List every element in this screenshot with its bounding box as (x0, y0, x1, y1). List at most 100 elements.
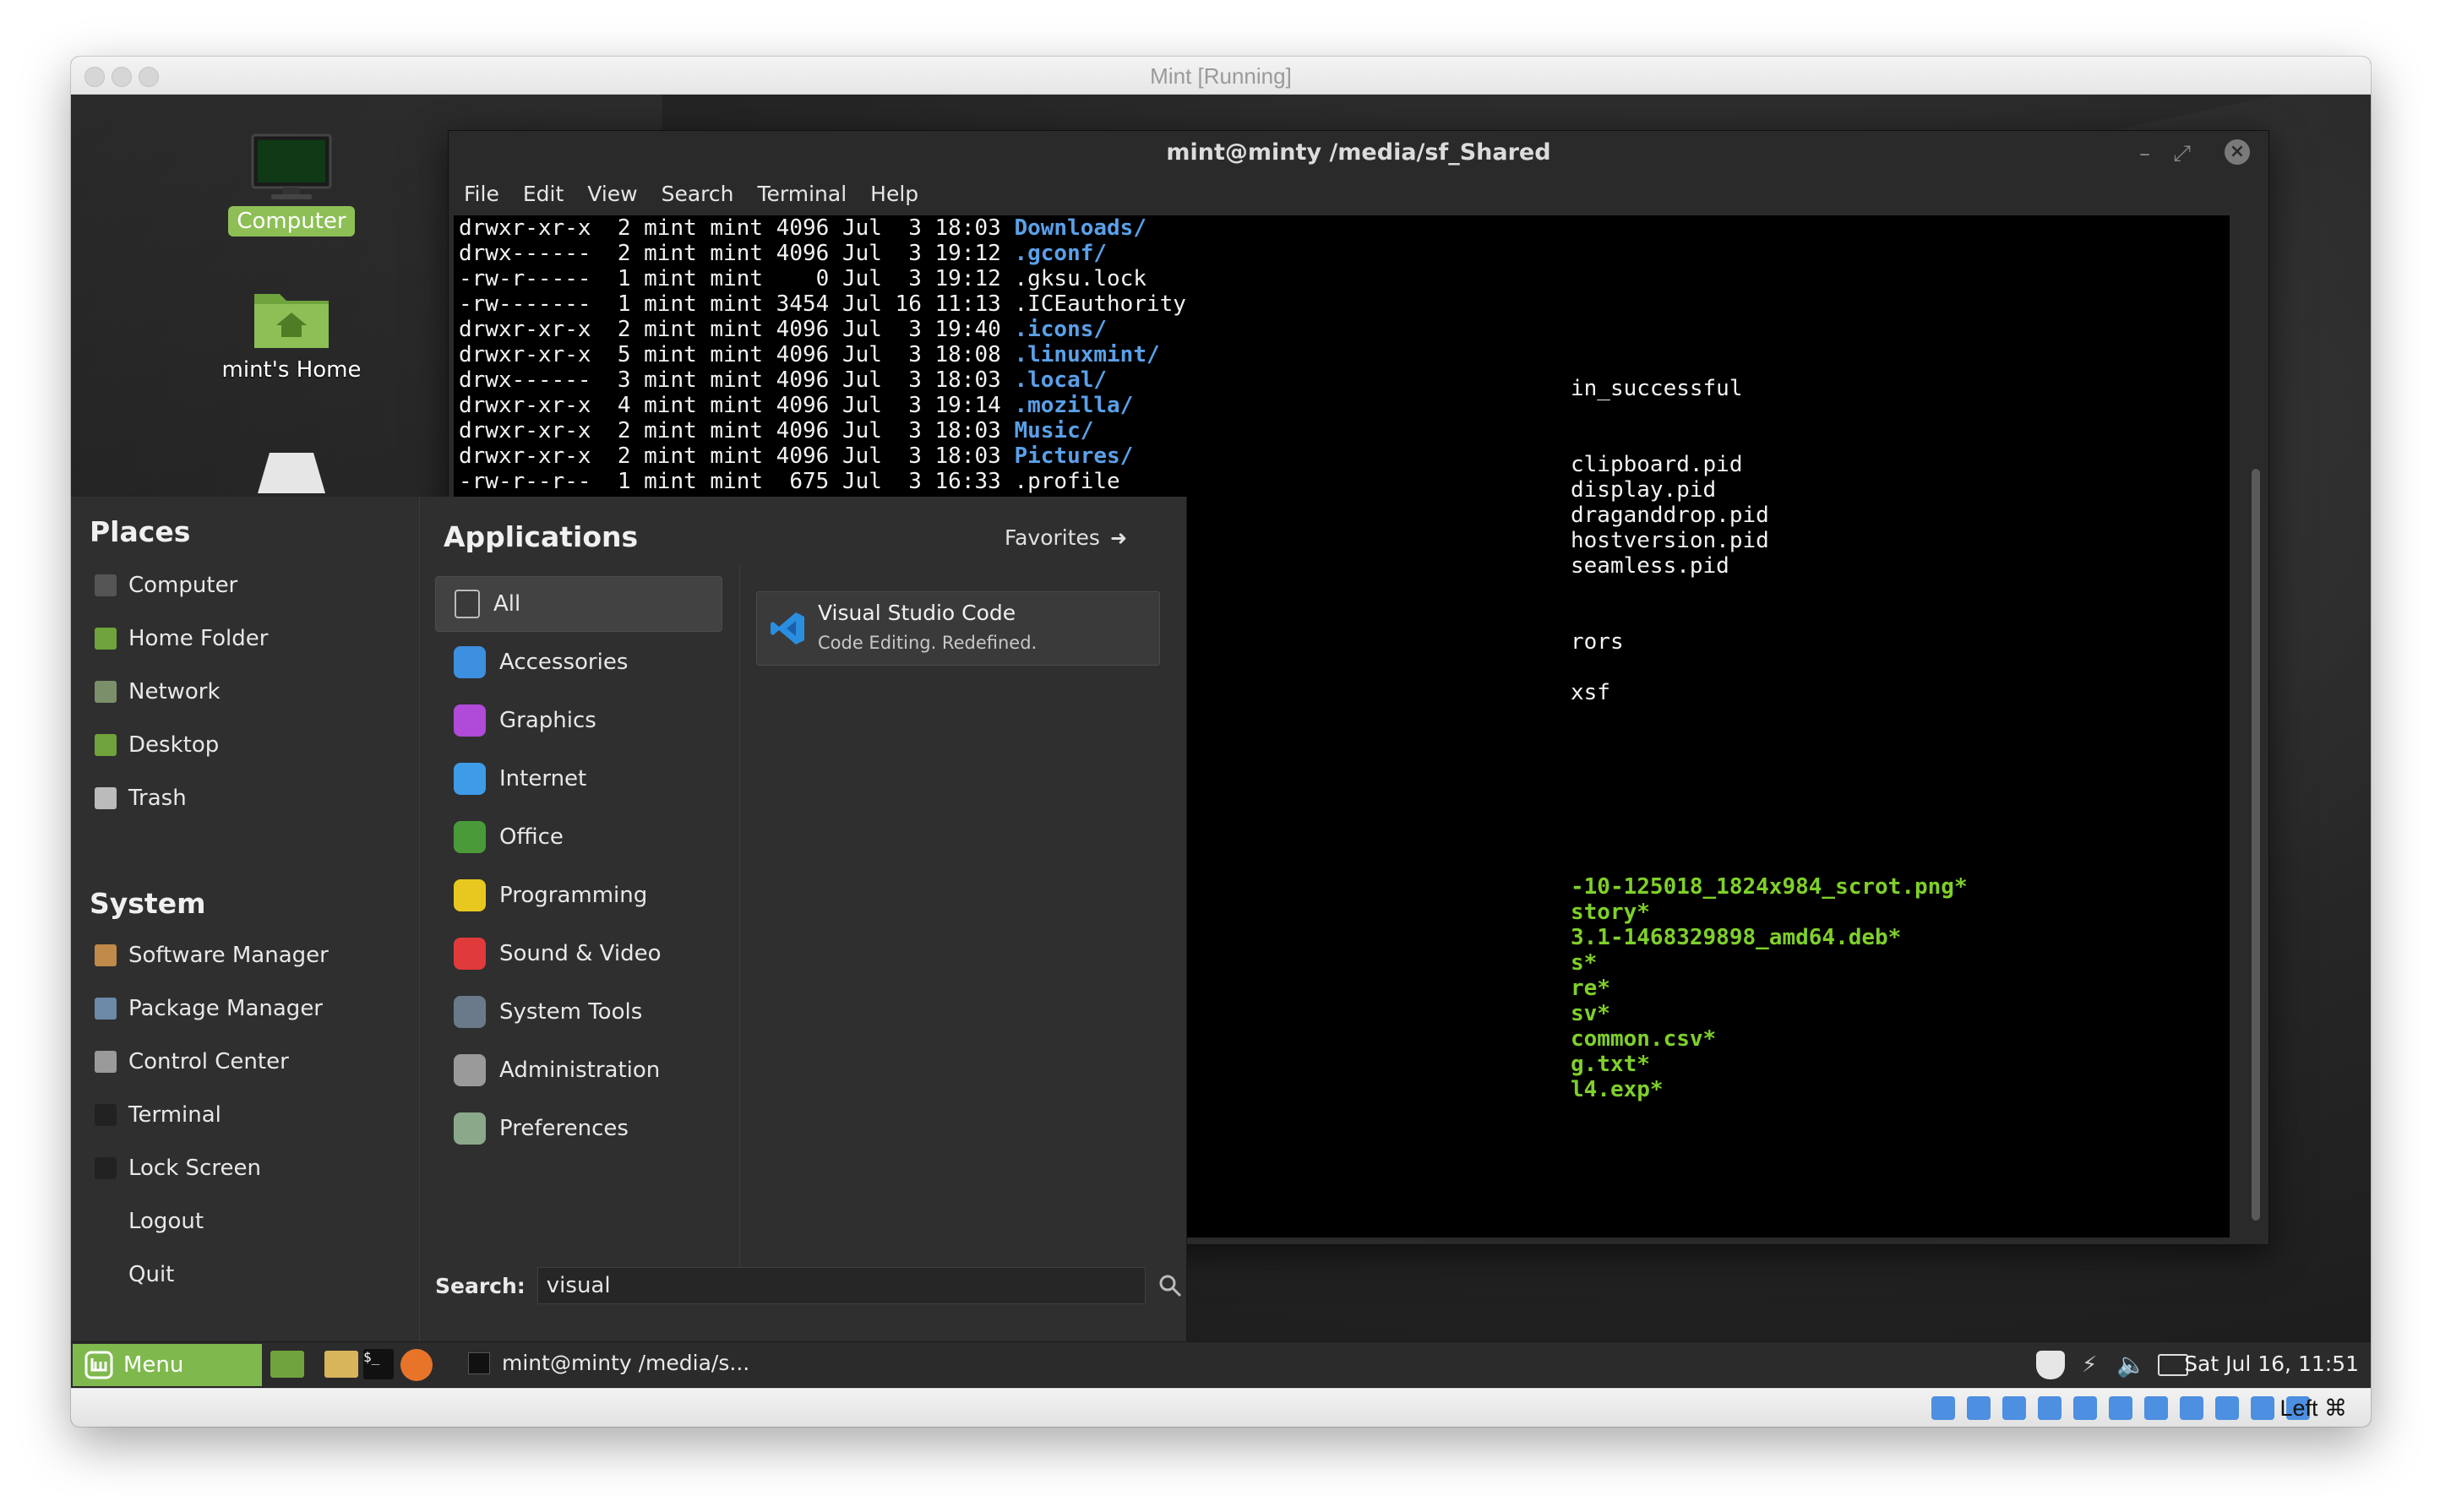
menu-item-computer[interactable]: Computer (95, 573, 237, 598)
menu-search[interactable]: Search (662, 182, 734, 206)
favorites-label: Favorites (1005, 525, 1100, 550)
category-graphics[interactable]: Graphics (435, 693, 722, 748)
category-accessories[interactable]: Accessories (435, 634, 722, 690)
virtualbox-window: Mint [Running] Computer mint's Home mint… (71, 57, 2371, 1427)
menu-item-logout[interactable]: Logout (95, 1209, 204, 1234)
file-attributes: drwxr-xr-x 4 mint mint 4096 Jul 3 19:14 (459, 393, 1015, 418)
minimize-icon[interactable]: – (2139, 141, 2150, 166)
guest-desktop: Computer mint's Home mint@minty /media/s… (71, 95, 2371, 1387)
network-icon[interactable]: ⚡ (2082, 1352, 2107, 1378)
vscode-icon (771, 612, 804, 645)
category-office[interactable]: Office (435, 809, 722, 865)
volume-icon[interactable]: 🔈 (2116, 1351, 2146, 1379)
desktop-icon-drive[interactable] (211, 449, 372, 500)
terminal-line: drwxr-xr-x 5 mint mint 4096 Jul 3 18:08 … (459, 342, 1160, 367)
mouse-integration-icon[interactable] (2251, 1396, 2274, 1420)
file-attributes: drwxr-xr-x 2 mint mint 4096 Jul 3 18:03 (459, 443, 1015, 469)
audio-icon[interactable] (2002, 1396, 2026, 1420)
terminal-scrollbar[interactable] (2252, 469, 2260, 1221)
column-divider (739, 564, 740, 1274)
optical-disk-icon[interactable] (1967, 1396, 1991, 1420)
file-name: .mozilla/ (1014, 393, 1134, 418)
terminal-title: mint@minty /media/sf_Shared (1166, 139, 1551, 166)
video-capture-icon[interactable] (2144, 1396, 2168, 1420)
clock[interactable]: Sat Jul 16, 11:51 (2184, 1352, 2359, 1376)
file-name: .icons/ (1014, 317, 1108, 342)
file-name: Downloads/ (1014, 215, 1146, 241)
terminal-icon (468, 1352, 490, 1374)
usb-icon[interactable] (2038, 1396, 2061, 1420)
menu-help[interactable]: Help (870, 182, 918, 206)
files-launcher-icon[interactable] (324, 1351, 358, 1378)
menu-item-package-manager[interactable]: Package Manager (95, 996, 323, 1021)
menu-item-software-manager[interactable]: Software Manager (95, 943, 329, 968)
menu-item-home-folder[interactable]: Home Folder (95, 626, 268, 651)
menu-item-desktop[interactable]: Desktop (95, 732, 219, 758)
menu-item-terminal[interactable]: Terminal (95, 1102, 221, 1128)
category-label: System Tools (499, 999, 643, 1025)
terminal-line: display.pid (1571, 477, 1717, 503)
menu-item-control-center[interactable]: Control Center (95, 1049, 289, 1074)
display-icon[interactable] (2109, 1396, 2132, 1420)
category-label: Sound & Video (499, 941, 662, 966)
shared-folders-icon[interactable] (2073, 1396, 2097, 1420)
show-desktop-icon[interactable] (270, 1351, 304, 1378)
category-label: All (493, 591, 521, 617)
menu-edit[interactable]: Edit (523, 182, 564, 206)
file-name: .profile (1014, 469, 1120, 494)
menu-item-network[interactable]: Network (95, 679, 221, 704)
close-icon[interactable]: × (2225, 139, 2250, 165)
terminal-line: -rw------- 1 mint mint 3454 Jul 16 11:13… (459, 291, 1186, 317)
category-label: Preferences (499, 1116, 629, 1141)
menu-button[interactable]: Menu (73, 1344, 262, 1386)
category-preferences[interactable]: Preferences (435, 1101, 722, 1156)
category-administration[interactable]: Administration (435, 1042, 722, 1098)
terminal-line: seamless.pid (1571, 553, 1729, 579)
arrow-right-icon: ➜ (1109, 525, 1128, 550)
category-internet[interactable]: Internet (435, 751, 722, 807)
home-folder-icon (254, 294, 329, 348)
firefox-launcher-icon[interactable] (400, 1349, 433, 1381)
menu-file[interactable]: File (464, 182, 499, 206)
file-attributes: drwxr-xr-x 2 mint mint 4096 Jul 3 18:03 (459, 418, 1015, 443)
file-name: .gksu.lock (1014, 266, 1146, 291)
category-all[interactable]: All (435, 576, 722, 632)
desktop-icon-computer[interactable]: Computer (211, 132, 372, 237)
logout-icon (95, 1210, 117, 1232)
maximize-icon[interactable]: ⤢ (2173, 141, 2191, 167)
terminal-launcher-icon[interactable]: $_ (363, 1349, 394, 1379)
menu-item-quit[interactable]: Quit (95, 1262, 174, 1287)
terminal-line: drwxr-xr-x 2 mint mint 4096 Jul 3 18:03 … (459, 215, 1146, 241)
network-adapter-icon[interactable] (2180, 1396, 2203, 1420)
graphics-icon (454, 704, 486, 737)
category-system-tools[interactable]: System Tools (435, 984, 722, 1040)
category-label: Office (499, 824, 564, 850)
cpu-icon[interactable] (2215, 1396, 2239, 1420)
favorites-button[interactable]: Favorites ➜ (1005, 525, 1127, 550)
menu-item-lock-screen[interactable]: Lock Screen (95, 1156, 261, 1181)
terminal-line: drwxr-xr-x 2 mint mint 4096 Jul 3 18:03 … (459, 418, 1093, 443)
hard-disk-icon[interactable] (1931, 1396, 1955, 1420)
terminal-line: -rw-r--r-- 1 mint mint 675 Jul 3 16:33 .… (459, 469, 1120, 494)
file-attributes: drwxr-xr-x 2 mint mint 4096 Jul 3 18:03 (459, 215, 1015, 241)
menu-item-trash[interactable]: Trash (95, 786, 187, 811)
update-manager-icon[interactable] (2036, 1351, 2065, 1379)
search-icon[interactable] (1157, 1273, 1183, 1298)
administration-icon (454, 1054, 486, 1086)
search-input[interactable] (536, 1267, 1146, 1304)
category-label: Administration (499, 1058, 661, 1083)
desktop-icon-home[interactable]: mint's Home (211, 284, 372, 385)
places-column: Places Computer Home Folder Network Desktop… (71, 497, 419, 1341)
search-result-item[interactable]: Visual Studio Code Code Editing. Redefin… (756, 591, 1160, 666)
monitor-icon (251, 133, 332, 199)
file-attributes: -rw------- 1 mint mint 3454 Jul 16 11:13 (459, 291, 1015, 317)
file-name: Music/ (1014, 418, 1094, 443)
taskbar-terminal-task[interactable]: mint@minty /media/s... (468, 1351, 749, 1375)
terminal-line: g.txt* (1571, 1052, 1650, 1077)
category-sound-video[interactable]: Sound & Video (435, 926, 722, 982)
terminal-line: drwxr-xr-x 2 mint mint 4096 Jul 3 18:03 … (459, 443, 1133, 469)
menu-view[interactable]: View (587, 182, 637, 206)
category-programming[interactable]: Programming (435, 867, 722, 923)
menu-terminal[interactable]: Terminal (757, 182, 847, 206)
terminal-line: story* (1571, 900, 1650, 925)
